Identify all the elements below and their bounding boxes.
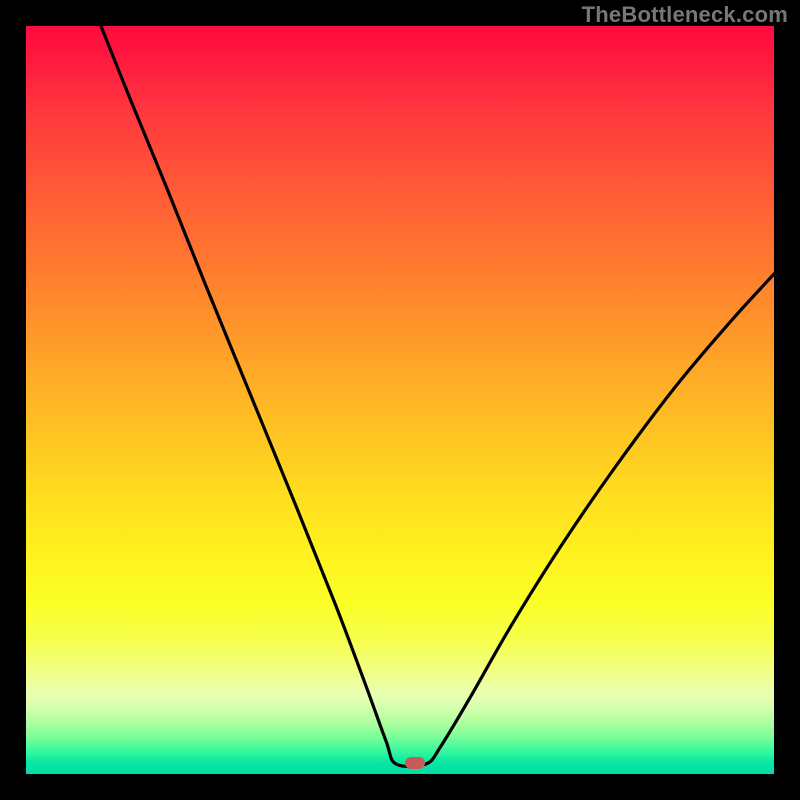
plot-area [26,26,774,774]
optimum-marker [405,757,425,769]
bottleneck-curve-path [101,26,774,767]
chart-frame: TheBottleneck.com [0,0,800,800]
curve-svg [26,26,774,774]
watermark-text: TheBottleneck.com [582,2,788,28]
